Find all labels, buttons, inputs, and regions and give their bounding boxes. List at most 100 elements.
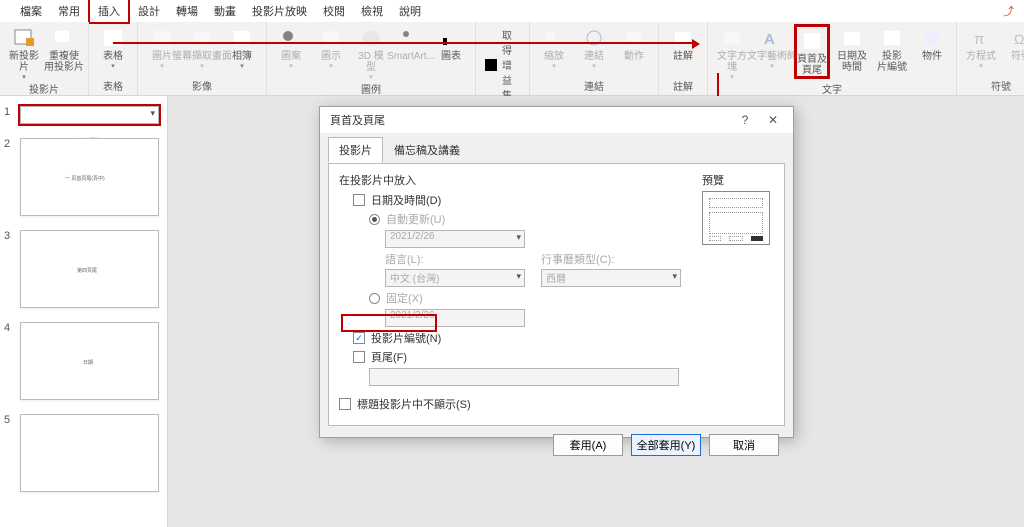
dialog-help-button[interactable]: ?	[731, 113, 759, 127]
calendar-select[interactable]: 西曆	[541, 269, 681, 287]
chart-button[interactable]: 圖表	[433, 24, 469, 62]
tab-slide[interactable]: 投影片	[328, 137, 383, 163]
thumb-number: 4	[4, 322, 14, 400]
dialog-close-button[interactable]: ✕	[759, 113, 787, 127]
ribbon-group-增益集: 取得增益集我的增益集▾增益集	[476, 22, 530, 95]
auto-update-radio[interactable]	[369, 214, 380, 225]
object-label: 物件	[922, 51, 942, 62]
new-slide-button[interactable]: 新投影 片▾	[6, 24, 42, 81]
dialog-titlebar[interactable]: 頁首及頁尾 ? ✕	[320, 107, 793, 133]
link-button[interactable]: 連結▾	[576, 24, 612, 70]
wordart-button[interactable]: A文字藝術師▾	[754, 24, 790, 70]
menu-animations[interactable]: 動畫	[206, 0, 244, 22]
pictures-label: 圖片	[152, 51, 172, 62]
get-addins-button[interactable]: 取得增益集	[482, 26, 523, 103]
zoom-button[interactable]: 縮放▾	[536, 24, 572, 70]
dialog-buttons: 套用(A) 全部套用(Y) 取消	[320, 434, 793, 466]
thumb-row: 2一 頁首頁尾(頁中)	[0, 134, 167, 226]
row-dont-show-title: 標題投影片中不顯示(S)	[339, 396, 774, 412]
apply-all-button[interactable]: 全部套用(Y)	[631, 434, 701, 456]
slide-number-label: 投影片編號(N)	[371, 330, 441, 346]
auto-update-label: 自動更新(U)	[386, 211, 445, 227]
dont-show-title-checkbox[interactable]	[339, 398, 351, 410]
dont-show-title-label: 標題投影片中不顯示(S)	[357, 396, 471, 412]
ribbon-group-連結: 縮放▾連結▾動作連結	[530, 22, 659, 95]
fixed-label: 固定(X)	[386, 290, 423, 306]
equation-icon: π	[969, 27, 993, 49]
share-icon[interactable]: ⤴	[1003, 3, 1014, 19]
menu-file[interactable]: 檔案	[12, 0, 50, 22]
ribbon-group-影像: 圖片▾螢幕擷取畫面▾相簿▾影像	[138, 22, 267, 95]
svg-text:Ω: Ω	[1014, 31, 1024, 47]
equation-button[interactable]: π方程式▾	[963, 24, 999, 70]
reuse-slides-button[interactable]: 重複使 用投影片	[46, 24, 82, 73]
date-time-checkbox[interactable]	[353, 194, 365, 206]
apply-button[interactable]: 套用(A)	[553, 434, 623, 456]
svg-text:π: π	[974, 31, 984, 48]
menu-design[interactable]: 設計	[130, 0, 168, 22]
date-time-label: 日期及時間(D)	[371, 192, 441, 208]
thumb-text: 第四頁尾	[77, 267, 97, 274]
table-button[interactable]: 表格▾	[95, 24, 131, 70]
slide-thumbnail-rail[interactable]: 1插入投影片中2一 頁首頁尾(頁中)3第四頁尾4日期5	[0, 96, 168, 527]
svg-text:A: A	[764, 31, 775, 48]
header-footer-label: 頁首及 頁尾	[797, 54, 827, 76]
slide-thumbnail[interactable]	[20, 414, 159, 492]
wordart-label: 文字藝術師	[747, 51, 797, 62]
photo-album-button[interactable]: 相簿▾	[224, 24, 260, 70]
3d-models-icon	[359, 27, 383, 49]
auto-update-date-select[interactable]: 2021/2/26	[385, 230, 525, 248]
row-footer: 頁尾(F)	[339, 349, 774, 365]
screenshot-button[interactable]: 螢幕擷取畫面▾	[184, 24, 220, 70]
chart-label: 圖表	[441, 51, 461, 62]
caret-icon: ▾	[770, 64, 774, 70]
footer-input[interactable]	[369, 368, 679, 386]
pictures-button[interactable]: 圖片▾	[144, 24, 180, 70]
slide-number-button[interactable]: #投影 片編號	[874, 24, 910, 73]
date-time-button[interactable]: 日期及 時間	[834, 24, 870, 73]
icons-button[interactable]: 圖示▾	[313, 24, 349, 70]
slide-thumbnail[interactable]: 一 頁首頁尾(頁中)	[20, 138, 159, 216]
ribbon-group-label: 表格	[95, 78, 131, 95]
slide-thumbnail[interactable]: 日期	[20, 322, 159, 400]
smartart-button[interactable]: SmartArt...	[393, 24, 429, 62]
slide-number-checkbox[interactable]	[353, 332, 365, 344]
screenshot-label: 螢幕擷取畫面	[172, 51, 232, 62]
menu-home[interactable]: 常用	[50, 0, 88, 22]
cancel-button[interactable]: 取消	[709, 434, 779, 456]
menu-review[interactable]: 校閱	[315, 0, 353, 22]
photo-album-icon	[230, 27, 254, 49]
fixed-radio[interactable]	[369, 293, 380, 304]
ribbon-group-符號: π方程式▾Ω符號符號	[957, 22, 1024, 95]
header-footer-button[interactable]: 頁首及 頁尾	[794, 24, 830, 79]
menu-view[interactable]: 檢視	[353, 0, 391, 22]
slide-thumbnail[interactable]: 第四頁尾	[20, 230, 159, 308]
ribbon: 新投影 片▾重複使 用投影片投影片表格▾表格圖片▾螢幕擷取畫面▾相簿▾影像圖案▾…	[0, 22, 1024, 96]
thumb-row: 4日期	[0, 318, 167, 410]
object-button[interactable]: 物件	[914, 24, 950, 62]
menu-slideshow[interactable]: 投影片放映	[244, 0, 315, 22]
action-icon	[622, 27, 646, 49]
shapes-button[interactable]: 圖案▾	[273, 24, 309, 70]
screenshot-icon	[190, 27, 214, 49]
tab-notes-handouts[interactable]: 備忘稿及講義	[383, 137, 471, 163]
reuse-slides-icon	[52, 27, 76, 49]
text-box-icon: A	[720, 27, 744, 49]
row-slide-number: 投影片編號(N)	[339, 330, 774, 346]
3d-models-button[interactable]: 3D 模 型▾	[353, 24, 389, 81]
menu-help[interactable]: 說明	[391, 0, 429, 22]
language-select[interactable]: 中文 (台灣)	[385, 269, 525, 287]
symbol-button[interactable]: Ω符號	[1003, 24, 1024, 62]
comment-button[interactable]: 註解	[665, 24, 701, 62]
ribbon-group-圖例: 圖案▾圖示▾3D 模 型▾SmartArt...圖表圖例	[267, 22, 476, 95]
menu-insert[interactable]: 插入	[88, 0, 130, 24]
caret-icon: ▾	[552, 64, 556, 70]
slide-thumbnail[interactable]: 插入投影片中	[20, 106, 159, 124]
text-box-button[interactable]: A文字方 塊▾	[714, 24, 750, 81]
shapes-icon	[279, 27, 303, 49]
action-button[interactable]: 動作	[616, 24, 652, 62]
object-icon	[920, 27, 944, 49]
caret-icon: ▾	[369, 75, 373, 81]
menu-transitions[interactable]: 轉場	[168, 0, 206, 22]
footer-checkbox[interactable]	[353, 351, 365, 363]
